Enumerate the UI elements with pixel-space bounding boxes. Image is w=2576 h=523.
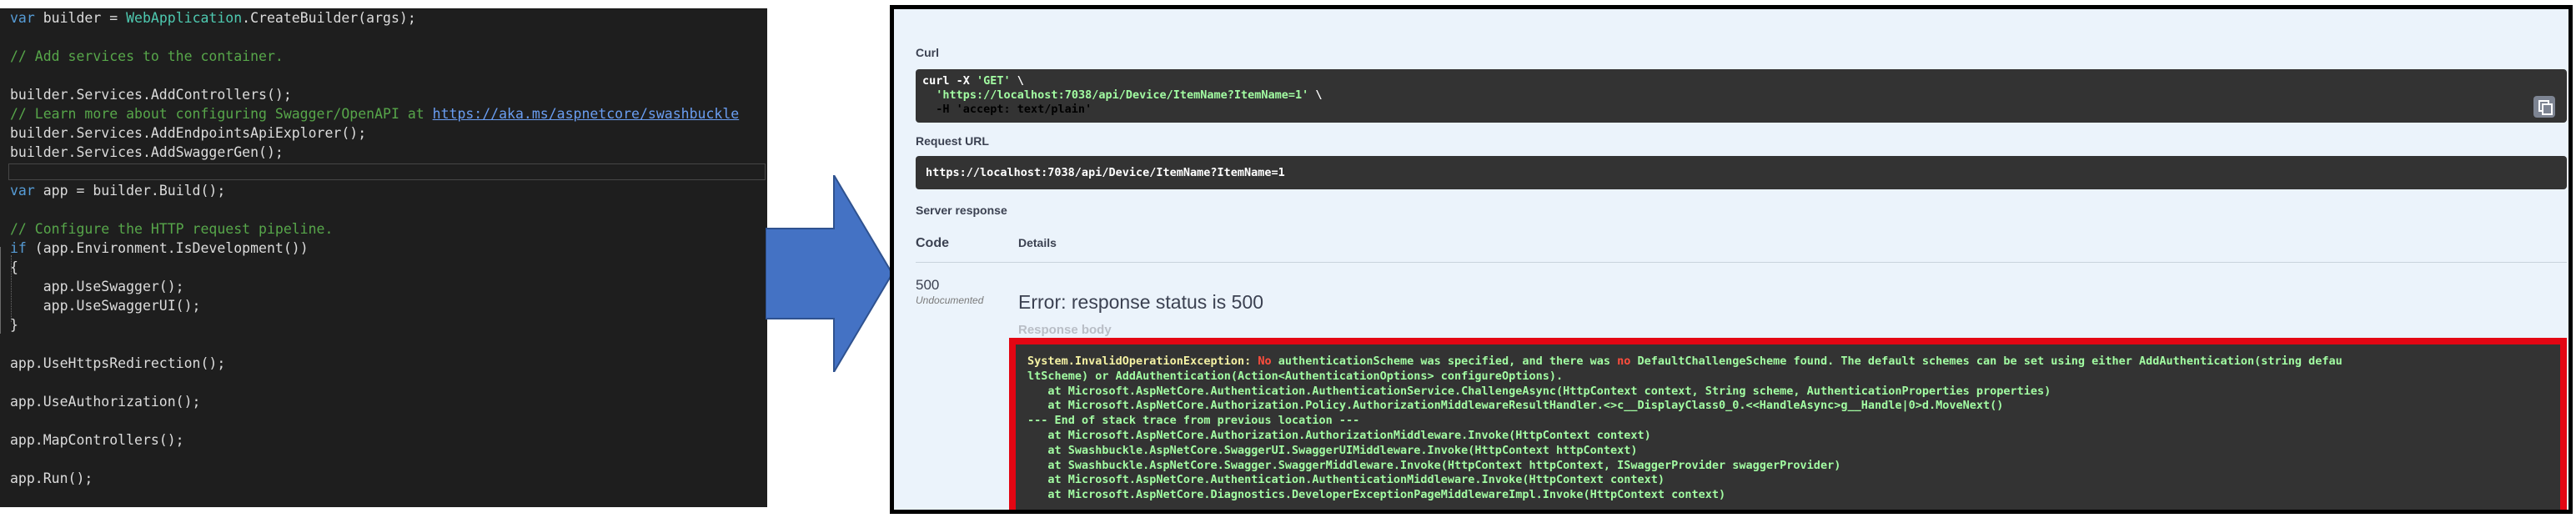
stack-trace-line: at Microsoft.AspNetCore.Authorization.Po… [1027,399,2004,413]
code-line: app.Run(); [10,470,93,488]
fold-bracket [0,247,9,334]
highlighted-response-body: System.InvalidOperationException: No aut… [1009,338,2567,510]
code-token: app.MapControllers(); [10,432,184,448]
code-token: (app.Environment.IsDevelopment()) [26,240,309,256]
request-url-label: Request URL [916,134,989,148]
code-token: // Learn more about configuring Swagger/… [10,106,433,122]
curl-line: curl -X 'GET' \ [922,74,1024,88]
code-line: var app = builder.Build(); [10,182,225,200]
code-line: // Add services to the container. [10,48,284,66]
code-token: app.UseHttpsRedirection(); [10,355,226,371]
stack-trace-line: at Swashbuckle.AspNetCore.Swagger.Swagge… [1027,458,1841,472]
code-token: { [10,259,18,275]
code-token: app.Run(); [10,470,93,486]
code-line: builder.Services.AddSwaggerGen(); [10,143,284,162]
code-token: var [10,183,35,199]
code-line: var builder = WebApplication.CreateBuild… [10,9,416,28]
right-arrow-icon [766,175,892,372]
exception-type: System.InvalidOperationException: [1027,355,1252,368]
code-line: if (app.Environment.IsDevelopment()) [10,239,309,258]
code-token: app = builder.Build(); [34,183,226,199]
column-code: Code [916,236,949,250]
status-note: Undocumented [916,294,984,306]
code-line: app.UseAuthorization(); [10,393,200,411]
code-token: // Configure the HTTP request pipeline. [10,221,334,237]
code-token: app.UseAuthorization(); [10,394,201,410]
stack-trace-line: at Microsoft.AspNetCore.Authentication.A… [1027,384,2051,398]
stack-trace-line: at Swashbuckle.AspNetCore.SwaggerUI.Swag… [1027,443,1638,457]
error-message: Error: response status is 500 [1018,291,1264,313]
code-token: var [10,10,35,26]
stack-trace-line: at Microsoft.AspNetCore.Authorization.Au… [1027,428,1651,442]
copy-icon[interactable] [2533,96,2555,118]
code-token: builder = [34,10,127,26]
curl-command[interactable]: curl -X 'GET' \ 'https://localhost:7038/… [922,74,1323,117]
code-token: .CreateBuilder(args); [242,10,416,26]
request-url-box: https://localhost:7038/api/Device/ItemNa… [916,156,2567,189]
code-token: // Add services to the container. [10,48,284,64]
code-token: builder.Services.AddEndpointsApiExplorer… [10,125,367,141]
current-line-highlight [8,163,766,180]
exception-message-part: No [1251,355,1272,368]
code-token: builder.Services.AddSwaggerGen(); [10,144,284,160]
code-line: app.UseSwagger(); [10,278,184,296]
code-line: app.UseHttpsRedirection(); [10,355,225,373]
exception-text[interactable]: System.InvalidOperationException: No aut… [1027,355,2562,503]
code-line: app.UseSwaggerUI(); [10,297,201,315]
curl-label: Curl [916,46,939,59]
stack-trace-line: --- End of stack trace from previous loc… [1027,414,1360,428]
code-link[interactable]: https://aka.ms/aspnetcore/swashbuckle [433,106,740,122]
code-line: builder.Services.AddControllers(); [10,86,292,104]
curl-box: curl -X 'GET' \ 'https://localhost:7038/… [916,69,2567,123]
server-response-label: Server response [916,204,1007,217]
code-line: // Configure the HTTP request pipeline. [10,220,333,239]
code-line: { [10,259,18,277]
code-token: app.UseSwaggerUI(); [10,298,201,314]
code-line: } [10,316,18,334]
exception-message-part: no [1617,355,1631,368]
curl-line: 'https://localhost:7038/api/Device/ItemN… [936,88,1323,102]
code-line: // Learn more about configuring Swagger/… [10,105,739,123]
status-code: 500 [916,277,940,293]
code-token: app.UseSwagger(); [10,279,184,294]
code-token: } [10,317,18,333]
curl-line: -H 'accept: text/plain' [922,103,1092,116]
column-details: Details [1018,236,1057,249]
stack-trace-line: at Microsoft.AspNetCore.Authentication.A… [1027,473,1665,487]
swagger-response-panel: Curl curl -X 'GET' \ 'https://localhost:… [890,5,2573,514]
request-url[interactable]: https://localhost:7038/api/Device/ItemNa… [926,166,1285,179]
code-line: builder.Services.AddEndpointsApiExplorer… [10,124,366,143]
code-editor[interactable]: var builder = WebApplication.CreateBuild… [0,8,767,507]
code-token: builder.Services.AddControllers(); [10,87,292,103]
table-divider [916,262,2567,263]
response-body-label: Response body [1018,323,1112,337]
code-token: if [10,240,27,256]
code-token: WebApplication [126,10,243,26]
exception-message-part: authenticationScheme was specified, and … [1271,355,1618,368]
stack-trace-line: at Microsoft.AspNetCore.Diagnostics.Deve… [1027,488,1726,502]
code-line: app.MapControllers(); [10,431,184,450]
